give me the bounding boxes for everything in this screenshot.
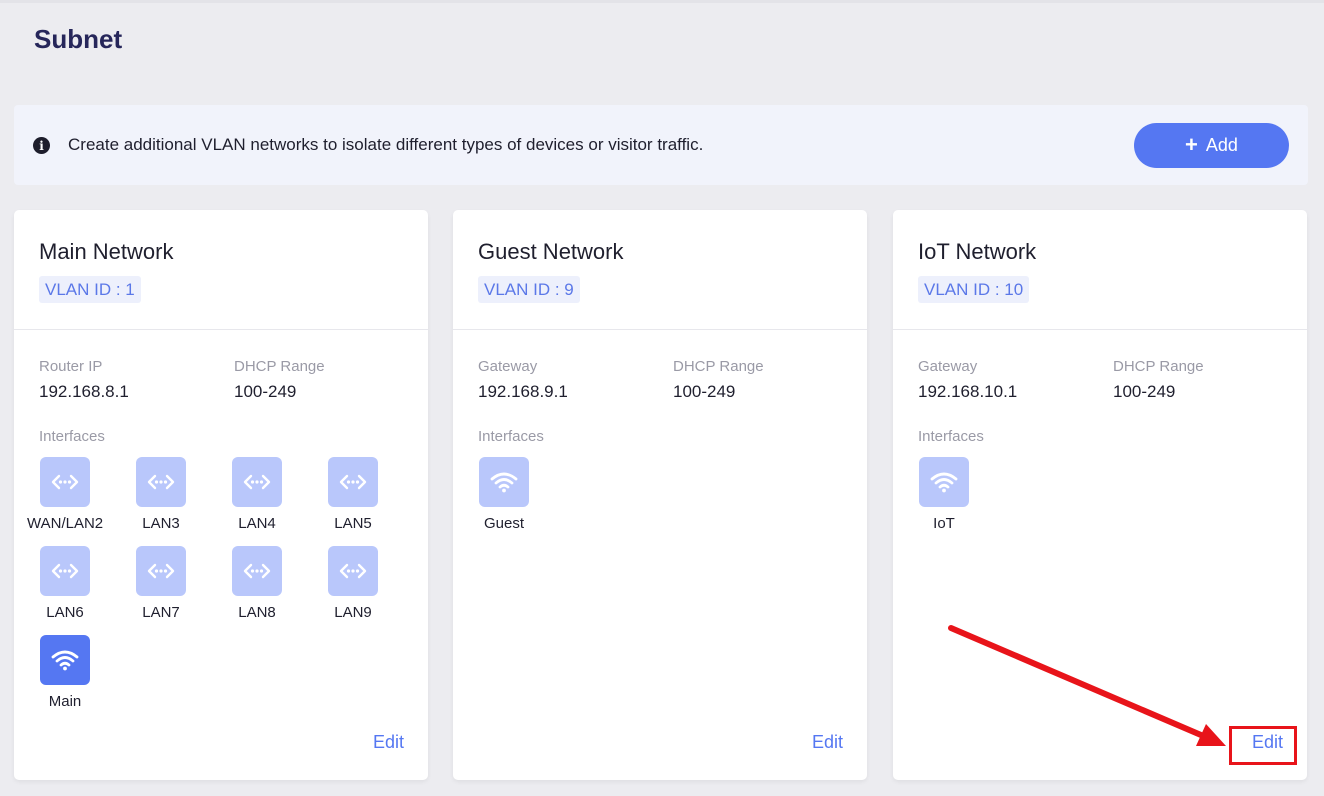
interface-label: LAN6 — [46, 604, 84, 621]
dhcp-value: 100-249 — [1113, 382, 1176, 401]
top-border — [0, 0, 1324, 3]
banner-text: Create additional VLAN networks to isola… — [68, 135, 704, 154]
ethernet-icon — [232, 546, 282, 596]
card-iot-network: IoT Network VLAN ID : 10 Gateway 192.168… — [893, 210, 1307, 780]
card-title: Guest Network — [478, 239, 624, 264]
interface-label: LAN4 — [238, 515, 276, 532]
wifi-icon — [919, 457, 969, 507]
page-title: Subnet — [34, 24, 123, 54]
dhcp-label: DHCP Range — [1113, 358, 1204, 375]
add-button-label: Add — [1205, 135, 1238, 155]
ethernet-icon — [136, 457, 186, 507]
dhcp-value: 100-249 — [234, 382, 297, 401]
ethernet-icon — [328, 546, 378, 596]
ip-value: 192.168.8.1 — [39, 382, 129, 401]
interface-item[interactable]: WAN/LAN2 — [27, 457, 103, 532]
interface-label: Main — [48, 693, 82, 710]
card-guest-network: Guest Network VLAN ID : 9 Gateway 192.16… — [453, 210, 867, 780]
vlan-badge: VLAN ID : 10 — [918, 276, 1030, 303]
ip-label: Gateway — [478, 358, 538, 375]
wifi-icon — [479, 457, 529, 507]
dhcp-label: DHCP Range — [234, 358, 325, 375]
interface-label: WAN/LAN2 — [27, 515, 104, 532]
interface-item[interactable]: LAN4 — [219, 457, 295, 532]
interface-item[interactable]: LAN5 — [315, 457, 391, 532]
card-header: Guest Network VLAN ID : 9 — [453, 210, 867, 330]
edit-link-main-network[interactable]: Edit — [373, 732, 404, 753]
interfaces-label: Interfaces — [918, 428, 984, 445]
interface-item[interactable]: LAN3 — [123, 457, 199, 532]
interface-label: LAN3 — [142, 515, 180, 532]
wifi-icon — [40, 635, 90, 685]
info-banner: i Create additional VLAN networks to iso… — [14, 105, 1308, 185]
card-header: Main Network VLAN ID : 1 — [14, 210, 428, 330]
card-title: IoT Network — [918, 239, 1037, 264]
interface-item[interactable]: IoT — [906, 457, 982, 532]
interface-item[interactable]: LAN7 — [123, 546, 199, 621]
interface-label: Guest — [483, 515, 525, 532]
info-icon: i — [33, 137, 50, 154]
card-header: IoT Network VLAN ID : 10 — [893, 210, 1307, 330]
ip-label: Router IP — [39, 358, 103, 375]
ip-value: 192.168.10.1 — [918, 382, 1018, 401]
interface-item[interactable]: LAN8 — [219, 546, 295, 621]
interface-item[interactable]: LAN9 — [315, 546, 391, 621]
card-main-network: Main Network VLAN ID : 1 Router IP 192.1… — [14, 210, 428, 780]
ip-label: Gateway — [918, 358, 978, 375]
interface-label: LAN7 — [142, 604, 180, 621]
interface-label: LAN5 — [334, 515, 372, 532]
interface-item[interactable]: LAN6 — [27, 546, 103, 621]
vlan-badge: VLAN ID : 1 — [39, 276, 141, 303]
interface-label: LAN9 — [334, 604, 372, 621]
ip-value: 192.168.9.1 — [478, 382, 568, 401]
interfaces-label: Interfaces — [39, 428, 105, 445]
interface-label: LAN8 — [238, 604, 276, 621]
dhcp-value: 100-249 — [673, 382, 736, 401]
vlan-badge: VLAN ID : 9 — [478, 276, 580, 303]
edit-link-guest-network[interactable]: Edit — [812, 732, 843, 753]
interface-item[interactable]: Guest — [466, 457, 542, 532]
ethernet-icon — [232, 457, 282, 507]
card-title: Main Network — [39, 239, 174, 264]
interface-label: IoT — [933, 515, 955, 532]
add-button[interactable]: + Add — [1134, 123, 1289, 168]
interfaces-label: Interfaces — [478, 428, 544, 445]
dhcp-label: DHCP Range — [673, 358, 764, 375]
ethernet-icon — [40, 546, 90, 596]
interface-item[interactable]: Main — [27, 635, 103, 710]
annotation-highlight-box — [1229, 726, 1297, 765]
plus-icon: + — [1185, 131, 1198, 157]
ethernet-icon — [136, 546, 186, 596]
ethernet-icon — [328, 457, 378, 507]
ethernet-icon — [40, 457, 90, 507]
